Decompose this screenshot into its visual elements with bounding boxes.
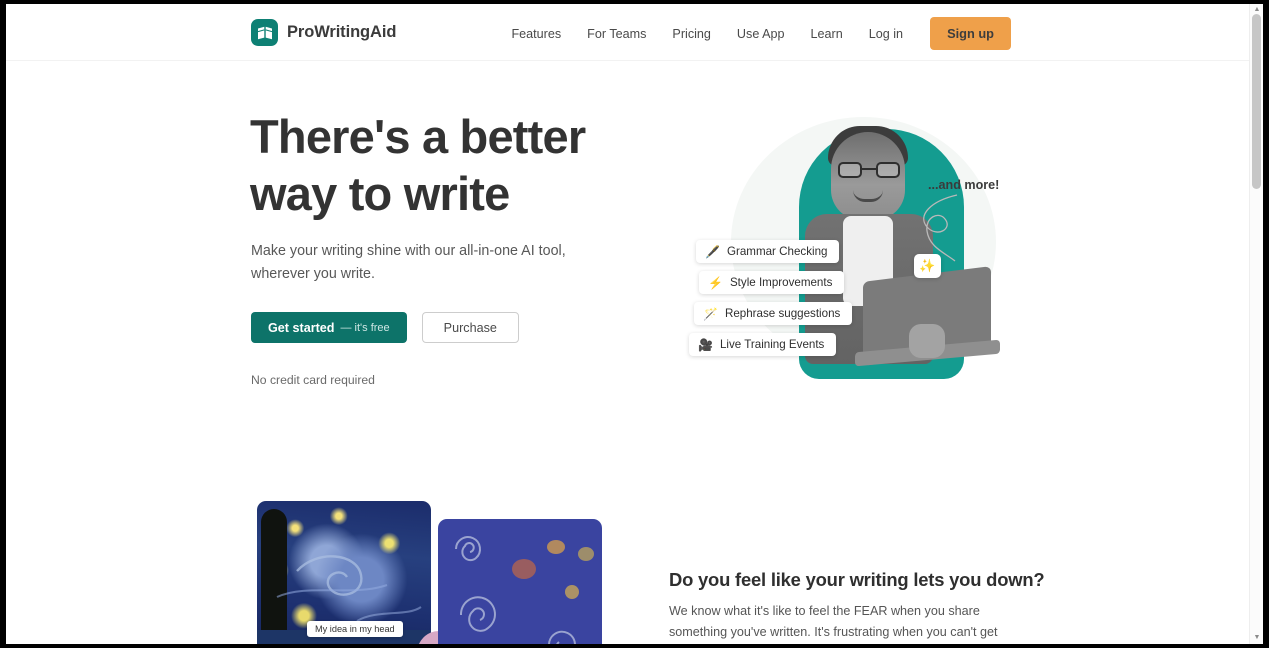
browser-viewport: ProWritingAid Features For Teams Pricing…	[6, 4, 1263, 644]
hero-cta-row: Get started — it's free Purchase	[251, 312, 519, 343]
purchase-button[interactable]: Purchase	[421, 312, 519, 343]
site-header: ProWritingAid Features For Teams Pricing…	[6, 4, 1249, 61]
hero-title-line-2: way to write	[250, 167, 510, 220]
logo[interactable]: ProWritingAid	[251, 19, 396, 46]
get-started-sublabel: — it's free	[340, 321, 390, 334]
feature-chip-label: Rephrase suggestions	[724, 307, 841, 320]
scrollbar-thumb[interactable]	[1252, 14, 1261, 189]
get-started-label: Get started	[268, 320, 335, 335]
main-navigation: Features For Teams Pricing Use App Learn…	[498, 17, 1011, 50]
section-2-body: We know what it's like to feel the FEAR …	[669, 604, 998, 639]
magic-wand-icon: 🪄	[703, 306, 718, 321]
nav-item-features[interactable]: Features	[498, 19, 574, 49]
feature-chip-label: Live Training Events	[719, 338, 825, 351]
curly-pointer-line	[923, 194, 958, 262]
starry-night-illustration: My idea in my head	[252, 501, 602, 644]
nav-item-use-app[interactable]: Use App	[724, 19, 798, 49]
get-started-button[interactable]: Get started — it's free	[251, 312, 407, 343]
hero-title-line-1: There's a better	[250, 110, 586, 163]
vertical-scrollbar[interactable]: ▲ ▼	[1249, 4, 1263, 644]
simplified-blue-card	[438, 519, 602, 644]
nav-item-learn[interactable]: Learn	[798, 19, 856, 49]
lightning-bolt-icon: ⚡	[708, 275, 723, 290]
hero-title: There's a better way to write	[250, 108, 670, 222]
my-idea-label: My idea in my head	[307, 621, 403, 637]
logo-text: ProWritingAid	[287, 23, 397, 41]
doodle-spirals	[455, 536, 594, 644]
feature-chip-label: Style Improvements	[729, 276, 833, 289]
movie-camera-icon: 🎥	[698, 337, 713, 352]
nav-item-log-in[interactable]: Log in	[856, 19, 916, 49]
and-more-label: ...and more!	[928, 178, 1000, 192]
feature-chip-grammar-checking: 🖋️ Grammar Checking	[696, 240, 840, 263]
feature-chip-rephrase-suggestions: 🪄 Rephrase suggestions	[694, 302, 853, 325]
scroll-down-icon[interactable]: ▼	[1253, 634, 1261, 642]
section-2-title: Do you feel like your writing lets you d…	[669, 569, 1045, 590]
feature-chip-label: Grammar Checking	[726, 245, 828, 258]
no-credit-card-note: No credit card required	[251, 373, 375, 387]
feature-chip-style-improvements: ⚡ Style Improvements	[699, 271, 845, 294]
feature-chip-live-training-events: 🎥 Live Training Events	[689, 333, 837, 356]
glasses-icon	[838, 162, 900, 178]
fountain-pen-icon: 🖋️	[705, 244, 720, 259]
prowritingaid-book-logo-icon	[251, 19, 278, 46]
hero-subtitle: Make your writing shine with our all-in-…	[251, 243, 566, 282]
sign-up-button[interactable]: Sign up	[930, 17, 1011, 50]
page-content: ProWritingAid Features For Teams Pricing…	[6, 4, 1255, 644]
hero-illustration: 🖋️ Grammar Checking ⚡ Style Improvements…	[671, 99, 1021, 399]
hand-shape	[909, 324, 945, 358]
nav-item-for-teams[interactable]: For Teams	[574, 19, 659, 49]
scroll-up-icon[interactable]: ▲	[1253, 6, 1261, 14]
nav-item-pricing[interactable]: Pricing	[659, 19, 724, 49]
